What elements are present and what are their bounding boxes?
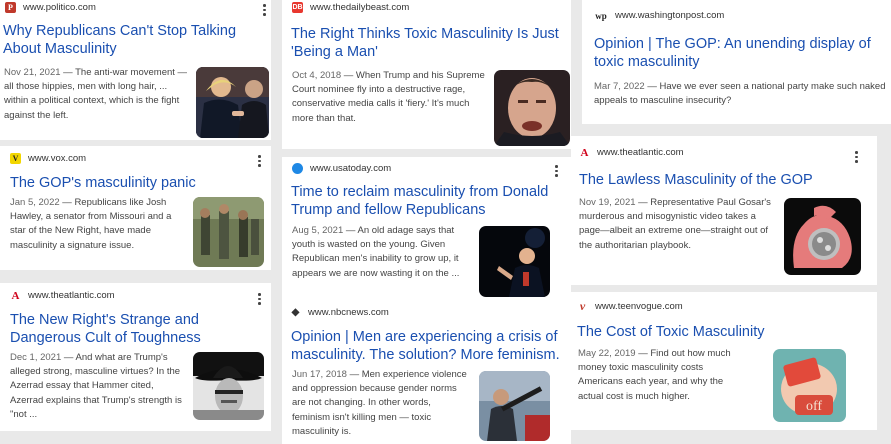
result-source[interactable]: ◆ www.nbcnews.com — [290, 307, 389, 318]
result-source[interactable]: A www.theatlantic.com — [579, 146, 684, 159]
result-date: May 22, 2019 — [578, 348, 636, 359]
result-thumbnail[interactable] — [196, 67, 269, 138]
washingtonpost-logo-icon: wp — [595, 10, 607, 21]
result-card-5[interactable]: ● www.usatoday.com Time to reclaim mascu… — [282, 157, 571, 300]
usatoday-logo-icon: ● — [292, 163, 303, 174]
result-thumbnail[interactable] — [494, 70, 570, 146]
result-source[interactable]: P www.politico.com — [5, 2, 96, 13]
result-card-6[interactable]: ◆ www.nbcnews.com Opinion | Men are expe… — [282, 300, 571, 444]
result-date: Mar 7, 2022 — [594, 81, 645, 92]
result-card-3[interactable]: A www.theatlantic.com The New Right's St… — [0, 283, 271, 431]
result-card-4[interactable]: DB www.thedailybeast.com The Right Think… — [282, 0, 571, 149]
more-options-icon[interactable] — [263, 4, 266, 18]
result-title[interactable]: Why Republicans Can't Stop Talking About… — [3, 22, 268, 58]
source-url: www.teenvogue.com — [595, 301, 683, 312]
result-card-7[interactable]: wp www.washingtonpost.com Opinion | The … — [582, 0, 891, 124]
result-card-9[interactable]: v www.teenvogue.com The Cost of Toxic Ma… — [571, 292, 877, 430]
result-snippet: May 22, 2019 — Find out how much money t… — [578, 348, 731, 402]
source-url: www.politico.com — [23, 2, 96, 13]
politico-logo-icon: P — [5, 2, 16, 13]
two-men-handshake-image — [196, 67, 269, 138]
result-snippet: Mar 7, 2022 — Have we ever seen a nation… — [594, 81, 886, 107]
nbc-logo-icon: ◆ — [291, 307, 300, 318]
result-card-2[interactable]: V www.vox.com The GOP's masculinity pani… — [0, 146, 271, 270]
result-date: Jun 17, 2018 — [292, 369, 347, 380]
result-thumbnail[interactable] — [193, 352, 264, 420]
result-source[interactable]: V www.vox.com — [10, 153, 86, 164]
flexed-arm-illustration-image — [784, 198, 861, 275]
source-url: www.vox.com — [28, 153, 87, 164]
source-url: www.usatoday.com — [310, 163, 392, 174]
result-card-8[interactable]: A www.theatlantic.com The Lawless Mascul… — [571, 136, 877, 285]
result-snippet: Jan 5, 2022 — Republicans like Josh Hawl… — [10, 197, 172, 251]
result-date: Nov 21, 2021 — [4, 67, 61, 78]
source-url: www.theatlantic.com — [597, 147, 684, 158]
result-title[interactable]: Opinion | The GOP: An unending display o… — [594, 35, 891, 71]
source-url: www.thedailybeast.com — [310, 2, 410, 13]
result-date: Dec 1, 2021 — [10, 352, 62, 363]
more-options-icon[interactable] — [258, 155, 261, 169]
result-date: Aug 5, 2021 — [292, 225, 344, 236]
svg-text:off: off — [806, 399, 822, 414]
result-date: Jan 5, 2022 — [10, 197, 60, 208]
speaker-on-stage-image — [479, 226, 550, 297]
source-url: www.washingtonpost.com — [615, 10, 725, 21]
man-with-gun-image — [479, 371, 550, 441]
armed-men-outdoors-image — [193, 197, 264, 267]
result-source[interactable]: ● www.usatoday.com — [292, 163, 391, 174]
cowboy-hat-illustration-image — [193, 352, 264, 420]
source-url: www.theatlantic.com — [28, 290, 115, 301]
result-thumbnail[interactable] — [479, 371, 550, 441]
result-title[interactable]: The GOP's masculinity panic — [10, 174, 265, 192]
result-date: Oct 4, 2018 — [292, 70, 342, 81]
result-title[interactable]: Opinion | Men are experiencing a crisis … — [291, 328, 566, 364]
result-snippet: Oct 4, 2018 — When Trump and his Supreme… — [292, 70, 485, 124]
result-title[interactable]: Time to reclaim masculinity from Donald … — [291, 183, 561, 219]
result-title[interactable]: The Lawless Masculinity of the GOP — [579, 171, 869, 189]
more-options-icon[interactable] — [855, 151, 858, 165]
result-thumbnail[interactable] — [784, 198, 861, 275]
result-card-1[interactable]: P www.politico.com Why Republicans Can't… — [0, 0, 271, 140]
result-title[interactable]: The Right Thinks Toxic Masculinity Is Ju… — [291, 25, 566, 61]
dailybeast-logo-icon: DB — [292, 2, 303, 13]
result-snippet: Dec 1, 2021 — And what are Trump's alleg… — [10, 352, 182, 420]
result-snippet: Jun 17, 2018 — Men experience violence a… — [292, 369, 467, 437]
result-title[interactable]: The Cost of Toxic Masculinity — [577, 323, 867, 341]
atlantic-logo-icon: A — [580, 146, 589, 159]
result-source[interactable]: DB www.thedailybeast.com — [292, 2, 409, 13]
teenvogue-logo-icon: v — [579, 299, 586, 313]
result-snippet: Nov 19, 2021 — Representative Paul Gosar… — [579, 197, 771, 251]
result-thumbnail[interactable] — [479, 226, 550, 297]
result-source[interactable]: A www.theatlantic.com — [10, 289, 115, 302]
result-source[interactable]: wp www.washingtonpost.com — [594, 10, 724, 21]
more-options-icon[interactable] — [555, 165, 558, 179]
atlantic-logo-icon: A — [11, 289, 20, 302]
result-source[interactable]: v www.teenvogue.com — [577, 299, 683, 313]
result-title[interactable]: The New Right's Strange and Dangerous Cu… — [10, 311, 265, 347]
result-date: Nov 19, 2021 — [579, 197, 636, 208]
result-thumbnail[interactable]: off — [773, 349, 846, 422]
angry-man-closeup-image — [494, 70, 570, 146]
result-snippet: Aug 5, 2021 — An old adage says that you… — [292, 225, 460, 279]
vox-logo-icon: V — [10, 153, 21, 164]
result-thumbnail[interactable] — [193, 197, 264, 267]
result-snippet: Nov 21, 2021 — The anti-war movement — a… — [4, 67, 188, 121]
price-tag-illustration-image: off — [773, 349, 846, 422]
source-url: www.nbcnews.com — [308, 307, 389, 318]
more-options-icon[interactable] — [258, 293, 261, 307]
